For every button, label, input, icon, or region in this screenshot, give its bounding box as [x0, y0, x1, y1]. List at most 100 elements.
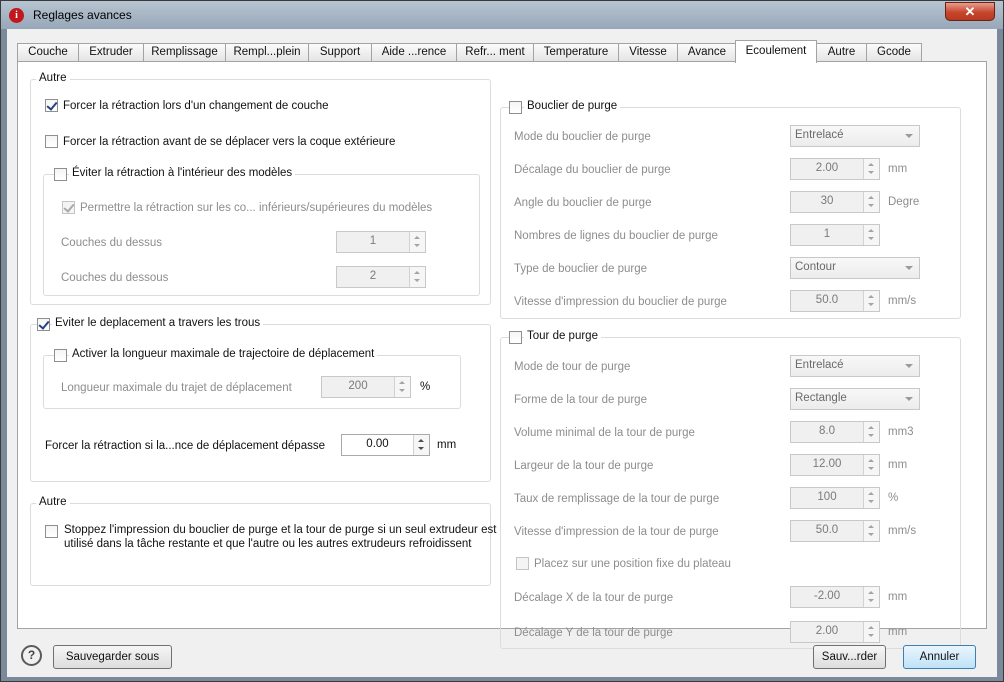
- autre-group-2: Autre Stoppez l'impression du bouclier d…: [30, 496, 496, 586]
- avoid-retraction-inside-checkbox[interactable]: [54, 168, 67, 181]
- max-travel-distance-label: Longueur maximale du trajet de déplaceme…: [61, 382, 292, 394]
- max-travel-group: Activer la longueur maximale de trajecto…: [43, 348, 461, 409]
- shield-speed-unit: mm/s: [888, 295, 917, 307]
- force-retraction-distance-unit: mm: [437, 439, 457, 451]
- save-as-button[interactable]: Sauvegarder sous: [53, 645, 172, 669]
- shield-offset-spinbox[interactable]: 2.00: [790, 158, 880, 180]
- dialog-window: i Reglages avances ✕ Couche Extruder Rem…: [0, 0, 1004, 682]
- tower-infill-label: Taux de remplissage de la tour de purge: [514, 493, 720, 505]
- tab-remplissage[interactable]: Remplissage: [143, 43, 226, 62]
- max-travel-length-checkbox[interactable]: [54, 349, 67, 362]
- shield-group: Bouclier de purge Mode du bouclier de pu…: [500, 100, 961, 319]
- tower-group: Tour de purge Mode de tour de purge Entr…: [500, 330, 961, 649]
- tab-extruder[interactable]: Extruder: [78, 43, 144, 62]
- shield-speed-spinbox[interactable]: 50.0: [790, 290, 880, 312]
- tower-offset-y-label: Décalage Y de la tour de purge: [514, 627, 673, 639]
- cancel-button[interactable]: Annuler: [903, 645, 976, 669]
- tower-mode-dropdown[interactable]: Entrelacé: [790, 355, 920, 377]
- tower-shape-label: Forme de la tour de purge: [514, 394, 647, 406]
- bottom-layers-spinbox[interactable]: 2: [336, 266, 426, 288]
- tower-volume-spinbox[interactable]: 8.0: [790, 421, 880, 443]
- window-title: Reglages avances: [33, 8, 132, 22]
- tower-offset-x-unit: mm: [888, 591, 908, 603]
- tower-infill-spinbox[interactable]: 100: [790, 487, 880, 509]
- shield-offset-unit: mm: [888, 163, 908, 175]
- tab-autre[interactable]: Autre: [816, 43, 867, 62]
- tower-speed-label: Vitesse d'impression de la tour de purge: [514, 526, 719, 538]
- tab-refroidissement[interactable]: Refr... ment: [456, 43, 534, 62]
- tab-remplissage-plein[interactable]: Rempl...plein: [225, 43, 309, 62]
- tab-gcode[interactable]: Gcode: [866, 43, 922, 62]
- tab-avance[interactable]: Avance: [677, 43, 737, 62]
- tower-mode-label: Mode de tour de purge: [514, 361, 631, 373]
- avoid-holes-group: Eviter le deplacement a travers les trou…: [30, 317, 491, 482]
- tower-offset-y-spinbox[interactable]: 2.00: [790, 621, 880, 643]
- close-button[interactable]: ✕: [945, 2, 995, 21]
- shield-lines-spinbox[interactable]: 1: [790, 224, 880, 246]
- shield-angle-unit: Degres: [888, 196, 920, 208]
- shield-angle-spinbox[interactable]: 30: [790, 191, 880, 213]
- tower-enable-checkbox[interactable]: [509, 331, 522, 344]
- tower-width-label: Largeur de la tour de purge: [514, 460, 654, 472]
- tab-couche[interactable]: Couche: [17, 43, 79, 62]
- tower-width-spinbox[interactable]: 12.00: [790, 454, 880, 476]
- tower-speed-unit: mm/s: [888, 525, 917, 537]
- force-retraction-outer-shell-checkbox[interactable]: [45, 135, 58, 148]
- tower-speed-spinbox[interactable]: 50.0: [790, 520, 880, 542]
- autre-group-1: Autre Forcer la rétraction lors d'un cha…: [30, 72, 491, 305]
- avoid-retraction-inside-label: Éviter la rétraction à l'intérieur des m…: [69, 167, 296, 179]
- stop-shield-tower-checkbox[interactable]: [45, 525, 58, 538]
- max-travel-unit: %: [420, 381, 431, 393]
- shield-offset-label: Décalage du bouclier de purge: [514, 164, 671, 176]
- force-retraction-layer-change-checkbox[interactable]: [45, 99, 58, 112]
- tab-support[interactable]: Support: [308, 43, 372, 62]
- title-bar[interactable]: i Reglages avances ✕: [1, 1, 1003, 29]
- avoid-retraction-inside-group: Éviter la rétraction à l'intérieur des m…: [43, 167, 480, 296]
- force-retraction-layer-change-label: Forcer la rétraction lors d'un changemen…: [63, 100, 329, 112]
- autre-group-2-title: Autre: [36, 496, 70, 508]
- avoid-travel-holes-label: Eviter le deplacement a travers les trou…: [52, 317, 264, 329]
- top-layers-spinbox[interactable]: 1: [336, 231, 426, 253]
- shield-enable-checkbox[interactable]: [509, 101, 522, 114]
- shield-speed-label: Vitesse d'impression du bouclier de purg…: [514, 296, 727, 308]
- force-retraction-outer-shell-label: Forcer la rétraction avant de se déplace…: [63, 136, 396, 148]
- chevron-down-icon: [905, 134, 913, 138]
- max-travel-distance-spinbox[interactable]: 200: [321, 376, 411, 398]
- force-retraction-distance-spinbox[interactable]: 0.00: [341, 434, 430, 456]
- bottom-layers-label: Couches du dessous: [61, 272, 169, 284]
- tower-group-title: Tour de purge: [524, 330, 601, 342]
- tower-width-unit: mm: [888, 459, 908, 471]
- tower-offset-x-spinbox[interactable]: -2.00: [790, 586, 880, 608]
- shield-group-title: Bouclier de purge: [524, 100, 621, 112]
- app-info-icon: i: [9, 8, 24, 23]
- tower-volume-unit: mm3: [888, 426, 914, 438]
- top-layers-label: Couches du dessus: [61, 237, 163, 249]
- avoid-travel-holes-checkbox[interactable]: [37, 318, 50, 331]
- allow-retraction-top-bottom-label: Permettre la rétraction sur les co... in…: [80, 202, 433, 214]
- shield-mode-dropdown[interactable]: Entrelacé: [790, 125, 920, 147]
- shield-type-dropdown[interactable]: Contour: [790, 257, 920, 279]
- force-retraction-distance-label: Forcer la rétraction si la...nce de dépl…: [45, 440, 325, 452]
- help-icon[interactable]: ?: [21, 645, 42, 666]
- tab-vitesse[interactable]: Vitesse: [618, 43, 678, 62]
- allow-retraction-top-bottom-checkbox[interactable]: [62, 201, 75, 214]
- dialog-client: Couche Extruder Remplissage Rempl...plei…: [7, 29, 997, 677]
- tower-fixed-position-label: Placez sur une position fixe du plateau: [534, 558, 731, 570]
- ecoulement-tab-page: Autre Forcer la rétraction lors d'un cha…: [17, 61, 987, 649]
- shield-mode-label: Mode du bouclier de purge: [514, 131, 651, 143]
- shield-angle-label: Angle du bouclier de purge: [514, 197, 652, 209]
- tower-shape-dropdown[interactable]: Rectangle: [790, 388, 920, 410]
- chevron-down-icon: [905, 397, 913, 401]
- shield-type-label: Type de bouclier de purge: [514, 263, 647, 275]
- tab-temperature[interactable]: Temperature: [533, 43, 619, 62]
- tab-aide-adherence[interactable]: Aide ...rence: [371, 43, 457, 62]
- autre-group-1-title: Autre: [36, 72, 70, 84]
- max-travel-length-label: Activer la longueur maximale de trajecto…: [69, 348, 378, 360]
- save-button[interactable]: Sauv...rder: [813, 645, 886, 669]
- tower-offset-x-label: Décalage X de la tour de purge: [514, 592, 674, 604]
- tower-fixed-position-checkbox[interactable]: [516, 557, 529, 570]
- stop-shield-tower-label-line1: Stoppez l'impression du bouclier de purg…: [64, 524, 497, 536]
- tower-offset-y-unit: mm: [888, 626, 908, 638]
- tab-ecoulement[interactable]: Ecoulement: [735, 40, 817, 63]
- chevron-down-icon: [905, 266, 913, 270]
